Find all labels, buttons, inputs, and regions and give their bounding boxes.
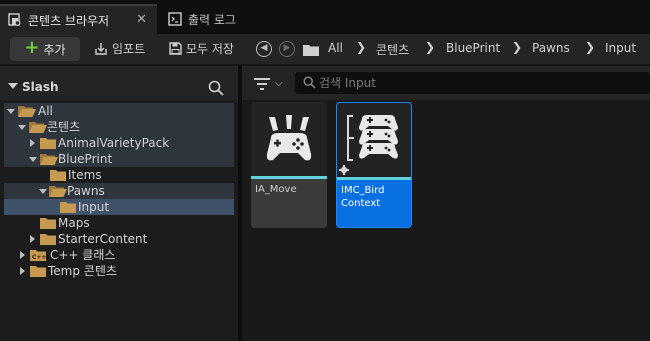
tree-item-label: Pawns — [67, 184, 105, 198]
chevron-down-icon[interactable] — [29, 157, 37, 162]
tab-content-browser[interactable]: 콘텐츠 브라우저 ✕ — [0, 4, 157, 34]
tab-label: 출력 로그 — [188, 12, 236, 27]
svg-text:C++: C++ — [32, 254, 46, 261]
asset-name: IMC_Bird Context — [341, 185, 385, 209]
tree-item-label: Input — [78, 200, 110, 214]
folder-icon — [30, 266, 46, 277]
import-button[interactable]: 임포트 — [94, 40, 145, 57]
forward-icon[interactable]: ▶ — [279, 41, 295, 57]
chevron-right-icon[interactable]: ❯ — [585, 40, 595, 54]
chevron-right-icon[interactable]: ❯ — [425, 40, 435, 54]
search-input[interactable] — [319, 75, 639, 91]
chevron-right-icon[interactable]: ❯ — [512, 40, 522, 54]
tree-item-startercontent[interactable]: StarterContent — [4, 231, 234, 247]
sources-header[interactable]: Slash — [0, 66, 238, 100]
tab-bar: 콘텐츠 브라우저 ✕ 출력 로그 — [0, 0, 650, 34]
chevron-down-icon[interactable] — [39, 189, 47, 194]
tab-label: 콘텐츠 브라우저 — [28, 13, 110, 28]
search-icon[interactable] — [208, 80, 224, 96]
folder-icon — [40, 218, 56, 229]
plus-icon: + — [24, 37, 40, 58]
tree-item-animalvarietypack[interactable]: AnimalVarietyPack — [4, 135, 234, 151]
folder-open-icon — [18, 106, 36, 117]
breadcrumb-content[interactable]: 콘텐츠 — [376, 41, 409, 58]
asset-name: IA_Move — [255, 184, 297, 195]
folder-icon — [60, 202, 76, 213]
import-icon — [95, 42, 107, 55]
folder-icon — [40, 138, 56, 149]
save-icon — [169, 42, 182, 55]
tree-item-label: StarterContent — [58, 232, 148, 246]
save-all-label: 모두 저장 — [186, 42, 234, 56]
folder-icon — [40, 234, 56, 245]
tree-item-label: Items — [68, 168, 102, 182]
tree-item-label: AnimalVarietyPack — [58, 136, 170, 150]
chevron-down-icon[interactable] — [18, 125, 26, 130]
search-box[interactable] — [295, 72, 650, 94]
chevron-down-icon[interactable] — [7, 109, 15, 114]
folder-open-icon — [29, 122, 47, 133]
asset-view: ⌵ IA_Move — [242, 66, 650, 341]
cpp-folder-icon: C++ — [30, 250, 46, 261]
project-title: Slash — [22, 80, 59, 94]
asset-tile-ia-move[interactable]: IA_Move — [251, 102, 327, 228]
search-icon — [303, 76, 316, 89]
folder-open-icon — [49, 186, 67, 197]
folder-icon — [50, 170, 66, 181]
chevron-right-icon[interactable] — [20, 267, 25, 275]
content-browser-icon — [8, 13, 22, 27]
add-label: 추가 — [43, 42, 66, 57]
filter-bar: ⌵ — [242, 66, 650, 100]
asset-tile-imc-bird-context[interactable]: IMC_Bird Context — [336, 102, 412, 228]
sources-panel: Slash All 콘텐츠 AnimalVarietyPack BluePrin… — [0, 66, 238, 341]
tree-item-content[interactable]: 콘텐츠 — [4, 119, 234, 135]
breadcrumb-pawns[interactable]: Pawns — [532, 41, 570, 55]
filter-icon[interactable] — [254, 78, 270, 90]
input-mapping-context-icon — [339, 115, 398, 175]
toolbar: + 추가 임포트 모두 저장 ◀ ▶ All ❯ 콘텐츠 ❯ BluePrint… — [0, 34, 650, 64]
save-all-button[interactable]: 모두 저장 — [169, 40, 234, 57]
tree-item-items[interactable]: Items — [4, 167, 234, 183]
add-button[interactable]: + 추가 — [10, 37, 80, 61]
chevron-right-icon[interactable]: ❯ — [356, 40, 366, 54]
output-log-icon — [168, 12, 182, 26]
tree-item-cpp-classes[interactable]: C++ C++ 클래스 — [4, 247, 234, 263]
import-label: 임포트 — [112, 42, 146, 56]
close-icon[interactable]: ✕ — [136, 12, 147, 27]
tree-item-blueprint[interactable]: BluePrint — [4, 151, 234, 167]
tree-item-label: Temp 콘텐츠 — [48, 264, 117, 278]
chevron-right-icon[interactable] — [30, 235, 35, 243]
tree-item-label: BluePrint — [58, 152, 113, 166]
chevron-right-icon[interactable] — [30, 139, 35, 147]
breadcrumb-all[interactable]: All — [328, 41, 343, 55]
gamepad-action-icon — [266, 115, 312, 161]
asset-thumbnail — [337, 103, 411, 177]
folder-icon[interactable] — [303, 44, 319, 56]
chevron-down-icon[interactable]: ⌵ — [275, 78, 283, 89]
tree-item-all[interactable]: All — [4, 103, 234, 119]
chevron-right-icon[interactable] — [20, 251, 25, 259]
tree-item-pawns[interactable]: Pawns — [4, 183, 234, 199]
asset-thumbnail — [251, 102, 327, 176]
tree-item-temp-content[interactable]: Temp 콘텐츠 — [4, 263, 234, 279]
chevron-down-icon[interactable] — [8, 83, 18, 89]
tree-item-label: Maps — [58, 216, 90, 230]
tree-item-input[interactable]: Input — [4, 199, 234, 215]
breadcrumb-input[interactable]: Input — [605, 41, 636, 55]
back-icon[interactable]: ◀ — [256, 41, 272, 57]
folder-open-icon — [40, 154, 58, 165]
tree-item-label: 콘텐츠 — [47, 120, 81, 134]
tab-output-log[interactable]: 출력 로그 — [160, 4, 290, 34]
breadcrumb-blueprint[interactable]: BluePrint — [446, 41, 500, 55]
tree-item-label: All — [38, 104, 53, 118]
tree-item-maps[interactable]: Maps — [4, 215, 234, 231]
tree-item-label: C++ 클래스 — [50, 248, 116, 262]
